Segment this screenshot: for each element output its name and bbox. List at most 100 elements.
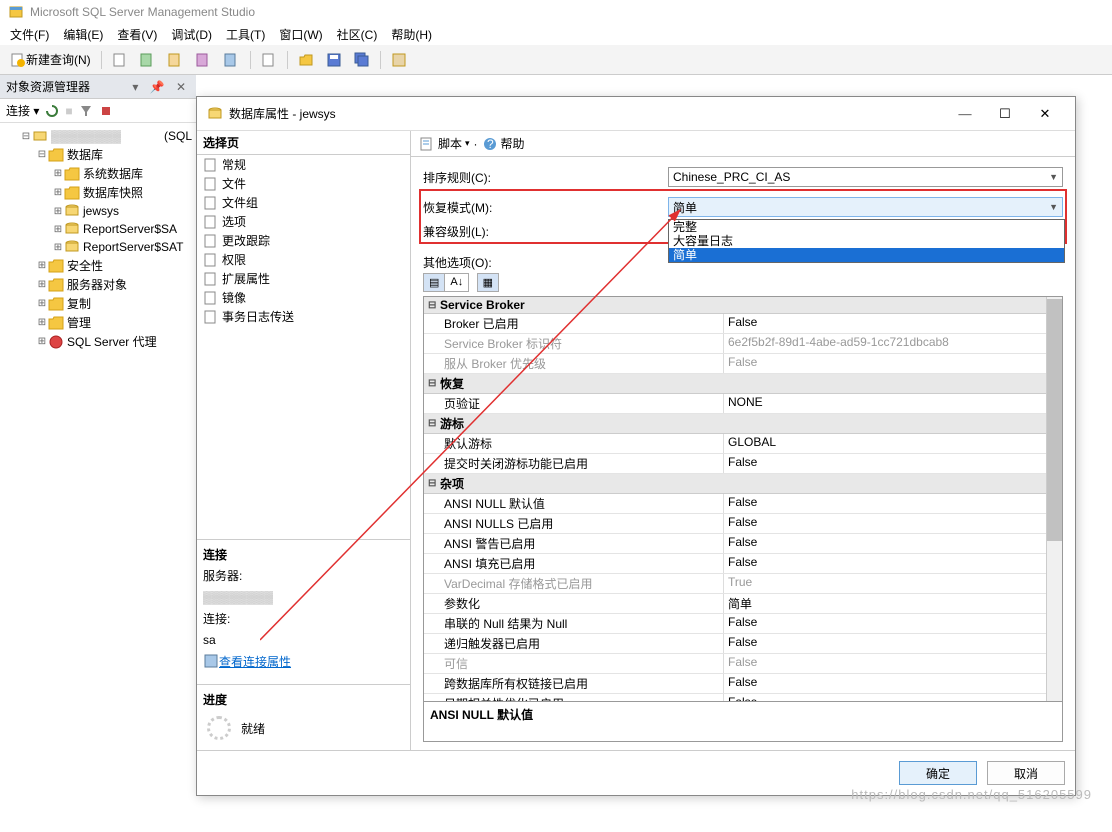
toolbar-separator <box>101 51 102 69</box>
page-icon <box>203 309 219 325</box>
form-area: 排序规则(C): Chinese_PRC_CI_AS▼ 恢复模式(M): 简单▼… <box>411 157 1075 248</box>
sort-toggle[interactable]: ▤A↓ <box>423 273 469 292</box>
dropdown-option-bulk[interactable]: 大容量日志 <box>669 234 1064 248</box>
cat-label: 杂项 <box>440 475 464 492</box>
new-query-label: 新建查询(N) <box>26 51 91 68</box>
dialog-icon <box>207 106 223 122</box>
page-filegroups[interactable]: 文件组 <box>197 193 410 212</box>
help-button[interactable]: ?帮助 <box>482 135 525 152</box>
menu-tools[interactable]: 工具(T) <box>226 26 265 43</box>
select-page-header: 选择页 <box>197 131 410 155</box>
combo-value: Chinese_PRC_CI_AS <box>673 170 790 184</box>
recovery-label: 恢复模式(M): <box>423 199 668 216</box>
watermark: https://blog.csdn.net/qq_516205599 <box>851 787 1092 802</box>
mgmt-node[interactable]: ⊞管理 <box>32 313 196 332</box>
page-changetracking[interactable]: 更改跟踪 <box>197 231 410 250</box>
prop-row: ANSI 警告已启用False <box>424 534 1062 554</box>
rs-sa-node[interactable]: ⊞ReportServer$SA <box>48 220 196 238</box>
toolbar-icon-4[interactable] <box>192 50 216 70</box>
page-permissions[interactable]: 权限 <box>197 250 410 269</box>
collation-combo[interactable]: Chinese_PRC_CI_AS▼ <box>668 167 1063 187</box>
prop-row: 服从 Broker 优先级False <box>424 354 1062 374</box>
cat-label: 恢复 <box>440 375 464 392</box>
menu-edit[interactable]: 编辑(E) <box>63 26 103 43</box>
open-icon[interactable] <box>294 50 318 70</box>
view-connection-props-link[interactable]: 查看连接属性 <box>203 653 291 670</box>
toolbar-icon-2[interactable] <box>136 50 160 70</box>
toolbar-icon-5[interactable] <box>220 50 244 70</box>
minimize-button[interactable]: — <box>945 106 985 122</box>
toolbar-icon-3[interactable] <box>164 50 188 70</box>
new-query-button[interactable]: 新建查询(N) <box>6 49 95 70</box>
folder-icon <box>64 166 80 182</box>
agent-node[interactable]: ⊞SQL Server 代理 <box>32 332 196 351</box>
menu-debug[interactable]: 调试(D) <box>171 26 212 43</box>
folder-icon <box>48 277 64 293</box>
tree-label: 数据库快照 <box>83 184 143 201</box>
menu-community[interactable]: 社区(C) <box>337 26 378 43</box>
save-icon[interactable] <box>322 50 346 70</box>
prop-row: 递归触发器已启用False <box>424 634 1062 654</box>
prop-row: ANSI NULLS 已启用False <box>424 514 1062 534</box>
toolbar-icon-1[interactable] <box>108 50 132 70</box>
rs-sat-node[interactable]: ⊞ReportServer$SAT <box>48 238 196 256</box>
panel-controls[interactable]: ▾ 📌 ✕ <box>132 80 190 94</box>
page-logship[interactable]: 事务日志传送 <box>197 307 410 326</box>
progress-header: 进度 <box>203 691 404 708</box>
refresh-icon[interactable] <box>45 104 59 118</box>
dropdown-option-simple[interactable]: 简单 <box>669 248 1064 262</box>
page-extprops[interactable]: 扩展属性 <box>197 269 410 288</box>
menu-view[interactable]: 查看(V) <box>117 26 157 43</box>
script-button[interactable]: 脚本▾ <box>419 135 470 152</box>
page-icon <box>203 271 219 287</box>
object-explorer-title: 对象资源管理器 <box>6 78 90 95</box>
cat-broker[interactable]: ⊟Service Broker <box>424 297 1062 314</box>
repl-node[interactable]: ⊞复制 <box>32 294 196 313</box>
srvobj-node[interactable]: ⊞服务器对象 <box>32 275 196 294</box>
menu-window[interactable]: 窗口(W) <box>279 26 322 43</box>
cat-cursor[interactable]: ⊟游标 <box>424 414 1062 434</box>
jewsys-node[interactable]: ⊞jewsys <box>48 202 196 220</box>
maximize-button[interactable]: ☐ <box>985 106 1025 122</box>
filter-icon[interactable] <box>79 104 93 118</box>
database-icon <box>64 239 80 255</box>
prop-row: 跨数据库所有权链接已启用False <box>424 674 1062 694</box>
dropdown-option-full[interactable]: 完整 <box>669 220 1064 234</box>
script-icon <box>419 136 435 152</box>
dbsnap-node[interactable]: ⊞数据库快照 <box>48 183 196 202</box>
save-all-icon[interactable] <box>350 50 374 70</box>
toolbar-icon-9[interactable] <box>387 50 411 70</box>
dialog-titlebar: 数据库属性 - jewsys — ☐ ✕ <box>197 97 1075 130</box>
page-options[interactable]: 选项 <box>197 212 410 231</box>
security-node[interactable]: ⊞安全性 <box>32 256 196 275</box>
cat-misc[interactable]: ⊟杂项 <box>424 474 1062 494</box>
recovery-combo[interactable]: 简单▼ <box>668 197 1063 217</box>
close-button[interactable]: ✕ <box>1025 106 1065 122</box>
categorized-icon[interactable]: ▤ <box>424 274 445 291</box>
stop-icon[interactable] <box>99 104 113 118</box>
help-label: 帮助 <box>501 135 525 152</box>
chevron-down-icon: ▼ <box>1049 202 1058 212</box>
server-node[interactable]: ⊟▓▓▓▓▓▓▓▓(SQL <box>16 127 196 145</box>
toolbar-icon-6[interactable] <box>257 50 281 70</box>
databases-node[interactable]: ⊟数据库 <box>32 145 196 164</box>
cat-recovery[interactable]: ⊟恢复 <box>424 374 1062 394</box>
alphabetical-icon[interactable]: A↓ <box>445 274 468 291</box>
menu-file[interactable]: 文件(F) <box>10 26 49 43</box>
sysdb-node[interactable]: ⊞系统数据库 <box>48 164 196 183</box>
page-files[interactable]: 文件 <box>197 174 410 193</box>
grid-extra-btn[interactable]: ▦ <box>478 274 498 291</box>
prop-row: 提交时关闭游标功能已启用False <box>424 454 1062 474</box>
connect-dropdown[interactable]: 连接 ▾ <box>6 102 39 119</box>
page-mirror[interactable]: 镜像 <box>197 288 410 307</box>
menu-help[interactable]: 帮助(H) <box>391 26 432 43</box>
page-general[interactable]: 常规 <box>197 155 410 174</box>
ok-button[interactable]: 确定 <box>899 761 977 785</box>
grid-scrollbar[interactable] <box>1046 297 1062 701</box>
app-titlebar: Microsoft SQL Server Management Studio <box>0 0 1112 24</box>
page-label: 扩展属性 <box>222 270 270 287</box>
cancel-button[interactable]: 取消 <box>987 761 1065 785</box>
page-label: 常规 <box>222 156 246 173</box>
prop-row: Broker 已启用False <box>424 314 1062 334</box>
prop-row: 日期相关性优化已启用False <box>424 694 1062 702</box>
